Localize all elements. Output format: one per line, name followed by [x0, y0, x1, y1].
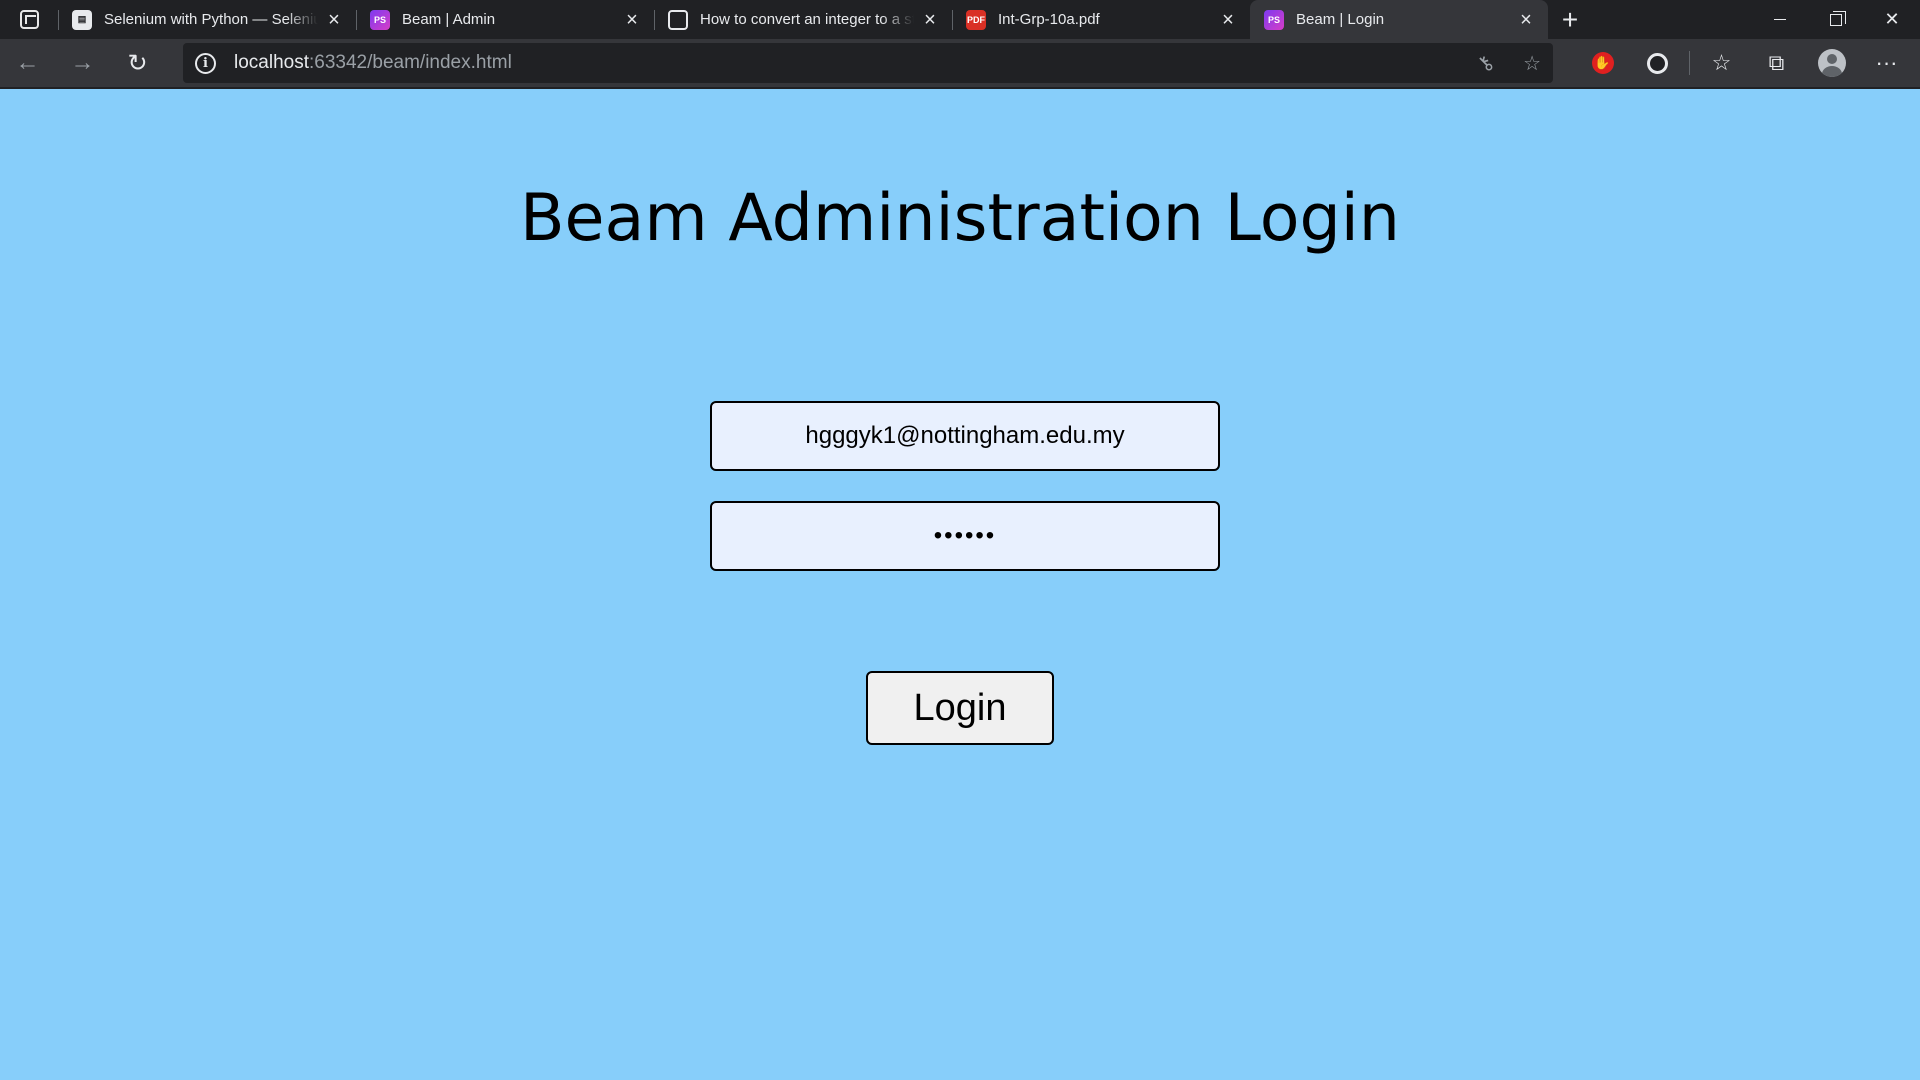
login-button[interactable]: Login [866, 671, 1054, 745]
tab-actions-icon [19, 10, 39, 29]
window-controls: ✕ [1752, 0, 1920, 39]
close-icon: ✕ [1884, 9, 1900, 29]
tab-title: Selenium with Python — Seleniu [104, 11, 318, 28]
more-menu-button[interactable]: ··· [1859, 39, 1914, 88]
url-host: localhost [234, 52, 309, 73]
tab-pdf[interactable]: PDF Int-Grp-10a.pdf × [952, 0, 1250, 39]
tab-title: How to convert an integer to a st [700, 11, 914, 28]
arrow-right-icon: → [70, 49, 95, 76]
avatar-icon [1817, 49, 1846, 77]
phpstorm-icon: PS [370, 9, 390, 30]
collections-icon: ⧉ [1768, 50, 1785, 75]
page-title: Beam Administration Login [519, 181, 1401, 256]
hand-stop-icon: ✋ [1591, 52, 1614, 74]
tab-title: Beam | Admin [402, 11, 496, 28]
close-icon[interactable]: × [1516, 10, 1536, 30]
address-bar-actions: ⚷ ☆ [1473, 50, 1541, 76]
ad-block-extension-button[interactable]: ✋ [1575, 39, 1630, 88]
toolbar-divider [1689, 51, 1690, 75]
info-icon[interactable]: i [195, 52, 216, 74]
terminal-icon [668, 9, 688, 30]
address-bar[interactable]: i localhost:63342/beam/index.html ⚷ ☆ [183, 43, 1553, 83]
tab-title: Int-Grp-10a.pdf [998, 11, 1100, 28]
arrow-left-icon: ← [15, 49, 40, 76]
favorites-icon: ☆ [1711, 50, 1732, 75]
key-icon[interactable]: ⚷ [1472, 49, 1500, 77]
refresh-icon: ↻ [127, 49, 148, 77]
restore-icon [1830, 10, 1846, 26]
more-icon: ··· [1875, 50, 1898, 75]
tab-beam-admin[interactable]: PS Beam | Admin × [356, 0, 654, 39]
extensions-area: ✋ ☆ ⧉ ··· [1575, 39, 1914, 88]
extension-button[interactable] [1630, 39, 1685, 88]
refresh-button[interactable]: ↻ [110, 39, 165, 88]
url-text: localhost:63342/beam/index.html [234, 52, 512, 74]
tab-title: Beam | Login [1296, 11, 1385, 28]
close-icon[interactable]: × [1218, 10, 1238, 30]
favorites-button[interactable]: ☆ [1694, 39, 1749, 88]
close-icon[interactable]: × [622, 10, 642, 30]
url-path: :63342/beam/index.html [309, 52, 512, 73]
new-tab-button[interactable]: + [1548, 0, 1592, 39]
email-field[interactable] [710, 401, 1220, 471]
add-favorite-icon[interactable]: ☆ [1523, 51, 1541, 76]
profile-button[interactable] [1804, 39, 1859, 88]
password-field[interactable] [710, 501, 1220, 571]
close-window-button[interactable]: ✕ [1864, 0, 1920, 39]
minimize-button[interactable] [1752, 0, 1808, 39]
tab-beam-login[interactable]: PS Beam | Login × [1250, 0, 1548, 39]
extension-icon [1647, 52, 1668, 74]
browser-toolbar: ← → ↻ i localhost:63342/beam/index.html … [0, 39, 1920, 88]
tab-strip: ▤ Selenium with Python — Seleniu × PS Be… [0, 0, 1920, 39]
close-icon[interactable]: × [920, 10, 940, 30]
close-icon[interactable]: × [324, 10, 344, 30]
plus-icon: + [1561, 3, 1579, 35]
collections-button[interactable]: ⧉ [1749, 39, 1804, 88]
back-button[interactable]: ← [0, 39, 55, 88]
page-viewport: Beam Administration Login Login [0, 89, 1920, 1080]
pdf-icon: PDF [966, 9, 986, 30]
restore-button[interactable] [1808, 0, 1864, 39]
document-icon: ▤ [72, 9, 92, 30]
phpstorm-icon: PS [1264, 9, 1284, 30]
forward-button[interactable]: → [55, 39, 110, 88]
tab-selenium[interactable]: ▤ Selenium with Python — Seleniu × [58, 0, 356, 39]
tab-convert-integer[interactable]: How to convert an integer to a st × [654, 0, 952, 39]
minimize-icon [1774, 19, 1786, 20]
tab-actions-button[interactable] [0, 0, 58, 39]
